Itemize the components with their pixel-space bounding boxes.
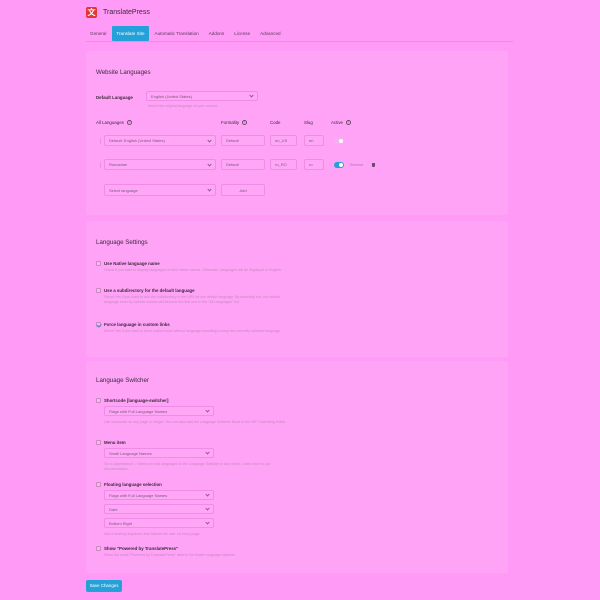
code-header: Code <box>270 120 281 125</box>
app-title: TranslatePress <box>103 8 150 16</box>
formality-select[interactable]: Default <box>221 159 265 170</box>
powered-by-desc: Show the small "Powered by TranslatePres… <box>104 553 236 557</box>
info-icon: i <box>242 120 248 126</box>
formality-header: Formality i <box>221 120 248 126</box>
chevron-down-icon <box>205 408 210 413</box>
chevron-down-icon <box>207 187 212 192</box>
tab-general[interactable]: General <box>86 26 110 41</box>
tab-translate-site[interactable]: Translate Site <box>112 26 149 41</box>
menu-item-label: Menu item <box>104 440 126 445</box>
powered-by-label: Show "Powered by TranslatePress" <box>104 546 179 551</box>
trash-icon[interactable] <box>372 163 375 167</box>
default-language-hint: Select the original language of your con… <box>148 104 219 108</box>
active-toggle-romanian[interactable] <box>334 162 344 168</box>
formality-select[interactable]: Default <box>221 135 265 146</box>
chevron-down-icon <box>207 161 212 167</box>
save-changes-button[interactable]: Save Changes <box>86 580 122 592</box>
settings-tabs: General Translate Site Automatic Transla… <box>86 26 285 41</box>
native-language-checkbox[interactable] <box>96 261 101 266</box>
subdirectory-desc: Select Yes if you want to add the subdir… <box>104 295 281 304</box>
language-switcher-card: Language Switcher Shortcode [language-sw… <box>86 361 508 573</box>
translatepress-logo-icon: 文 <box>86 6 97 18</box>
drag-handle-icon[interactable] <box>99 138 102 144</box>
language-switcher-title: Language Switcher <box>96 377 149 384</box>
tab-addons[interactable]: Addons <box>205 26 229 41</box>
subdirectory-label: Use a subdirectory for the default langu… <box>104 288 195 293</box>
code-field: ro_RO <box>270 159 297 170</box>
default-language-label: Default Language <box>96 95 133 100</box>
active-toggle-default[interactable] <box>334 138 344 144</box>
active-header: Active i <box>331 120 351 126</box>
shortcode-desc: Use shortcode on any page or widget. You… <box>104 420 287 424</box>
info-icon: i <box>345 120 351 126</box>
tab-license[interactable]: License <box>230 26 254 41</box>
slug-field[interactable]: en <box>304 135 324 146</box>
native-language-label: Use Native language name <box>104 261 160 266</box>
menu-item-checkbox[interactable] <box>96 440 101 445</box>
floating-desc: Add a floating dropdown that follows the… <box>104 532 201 536</box>
floating-label: Floating language selection <box>104 482 162 487</box>
language-value: Default: English (United States) <box>109 138 165 143</box>
all-languages-header: All Languages i <box>96 120 132 126</box>
floating-position-select[interactable]: Bottom Right <box>104 518 214 528</box>
floating-style-select[interactable]: Flags with Full Language Names <box>104 490 214 500</box>
language-select-romanian[interactable]: Romanian <box>104 159 216 170</box>
force-language-checkbox[interactable] <box>96 322 101 327</box>
slug-field[interactable]: ro <box>304 159 324 170</box>
select-language-dropdown[interactable]: Select language <box>104 184 216 196</box>
shortcode-label: Shortcode [language-switcher] <box>104 398 169 403</box>
slug-header: Slug <box>304 120 313 125</box>
language-settings-card: Language Settings Use Native language na… <box>86 221 508 357</box>
top-bar: 文 TranslatePress <box>0 0 600 24</box>
chevron-down-icon <box>205 506 210 511</box>
remove-language-link[interactable]: Remove <box>350 163 363 167</box>
code-field: en_US <box>270 135 297 146</box>
language-value: Romanian <box>109 162 128 167</box>
force-language-label: Force language in custom links <box>104 322 170 327</box>
info-icon: i <box>126 120 132 126</box>
force-language-desc: Select Yes if you want to force custom l… <box>104 329 282 333</box>
chevron-down-icon <box>205 492 210 497</box>
default-language-value: English (United States) <box>151 93 192 99</box>
website-languages-title: Website Languages <box>96 69 151 76</box>
floating-checkbox[interactable] <box>96 482 101 487</box>
powered-by-checkbox[interactable] <box>96 546 101 551</box>
language-select-default[interactable]: Default: English (United States) <box>104 135 216 146</box>
language-settings-title: Language Settings <box>96 239 148 246</box>
tabs-divider <box>86 41 513 42</box>
select-language-placeholder: Select language <box>109 187 138 193</box>
chevron-down-icon <box>207 137 212 143</box>
website-languages-card: Website Languages Default Language Engli… <box>86 51 508 215</box>
add-language-button[interactable]: Add <box>221 184 265 196</box>
floating-theme-select[interactable]: Dark <box>104 504 214 514</box>
chevron-down-icon <box>249 93 254 98</box>
drag-handle-icon[interactable] <box>99 162 102 168</box>
tab-advanced[interactable]: Advanced <box>256 26 284 41</box>
native-language-desc: Check if you want to display languages i… <box>104 268 282 272</box>
shortcode-checkbox[interactable] <box>96 398 101 403</box>
subdirectory-checkbox[interactable] <box>96 288 101 293</box>
menu-item-style-select[interactable]: Small Language Names <box>104 448 214 458</box>
default-language-select[interactable]: English (United States) <box>146 91 258 101</box>
tab-automatic-translation[interactable]: Automatic Translation <box>151 26 203 41</box>
menu-item-desc: Go to Appearance -> Menus to add languag… <box>104 462 271 471</box>
chevron-down-icon <box>205 450 210 455</box>
chevron-down-icon <box>205 520 210 525</box>
shortcode-style-select[interactable]: Flags with Full Language Names <box>104 406 214 416</box>
